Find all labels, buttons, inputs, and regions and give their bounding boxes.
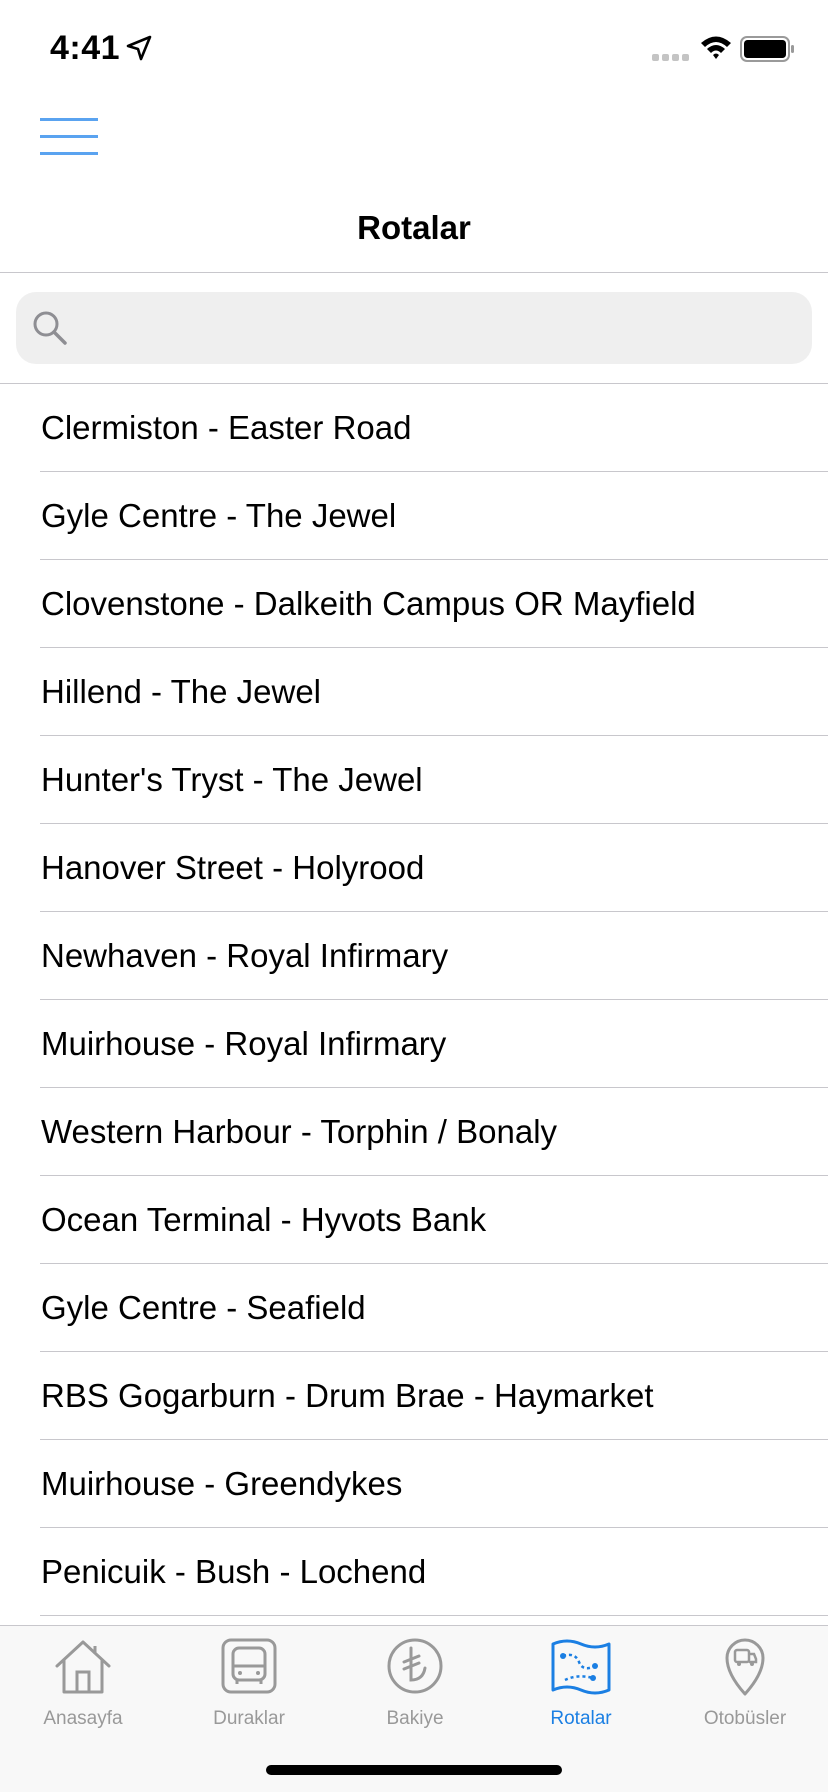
row-separator: [40, 1615, 828, 1616]
search-icon: [33, 311, 67, 345]
search-input[interactable]: [82, 304, 796, 354]
route-row[interactable]: Gyle Centre - The Jewel: [0, 472, 828, 560]
route-label: Hunter's Tryst - The Jewel: [41, 761, 423, 798]
route-row[interactable]: Hunter's Tryst - The Jewel: [0, 736, 828, 824]
route-row[interactable]: Penicuik - Bush - Lochend: [0, 1528, 828, 1616]
tab-label: Otobüsler: [703, 1708, 787, 1729]
app-screen: 4:41 Rotalar Clermiston - Easter Road Gy…: [0, 0, 828, 1792]
location-arrow-icon: [126, 35, 152, 61]
route-row[interactable]: Muirhouse - Royal Infirmary: [0, 1000, 828, 1088]
route-label: Penicuik - Bush - Lochend: [41, 1553, 427, 1590]
route-label: Muirhouse - Greendykes: [41, 1465, 403, 1502]
home-icon: [55, 1640, 111, 1694]
route-label: Clovenstone - Dalkeith Campus OR Mayfiel…: [41, 585, 696, 622]
route-row[interactable]: RBS Gogarburn - Drum Brae - Haymarket: [0, 1352, 828, 1440]
tab-rotalar[interactable]: Rotalar: [498, 1626, 664, 1736]
tab-label: Bakiye: [386, 1708, 444, 1729]
route-row[interactable]: Muirhouse - Greendykes: [0, 1440, 828, 1528]
bus-stop-icon: [221, 1638, 277, 1694]
route-row[interactable]: Clovenstone - Dalkeith Campus OR Mayfiel…: [0, 560, 828, 648]
route-row[interactable]: Newhaven - Royal Infirmary: [0, 912, 828, 1000]
hamburger-menu-icon: [40, 118, 98, 155]
route-label: Newhaven - Royal Infirmary: [41, 937, 449, 974]
route-label: Gyle Centre - The Jewel: [41, 497, 397, 534]
lira-icon: [387, 1638, 443, 1694]
status-time: 4:41: [50, 29, 121, 67]
route-label: Ocean Terminal - Hyvots Bank: [41, 1201, 487, 1238]
route-label: Hanover Street - Holyrood: [41, 849, 425, 886]
tab-label: Duraklar: [213, 1708, 285, 1729]
route-row[interactable]: Ocean Terminal - Hyvots Bank: [0, 1176, 828, 1264]
tab-label: Anasayfa: [43, 1708, 123, 1729]
route-row[interactable]: Western Harbour - Torphin / Bonaly: [0, 1088, 828, 1176]
route-label: Clermiston - Easter Road: [41, 409, 412, 446]
route-label: Hillend - The Jewel: [41, 673, 322, 710]
route-row[interactable]: Hillend - The Jewel: [0, 648, 828, 736]
bus-location-icon: [725, 1638, 765, 1696]
route-map-icon: [551, 1639, 611, 1695]
route-label: Western Harbour - Torphin / Bonaly: [41, 1113, 558, 1150]
tab-otobusler[interactable]: Otobüsler: [662, 1626, 828, 1736]
cellular-signal-icon: [652, 54, 689, 61]
route-row[interactable]: Gyle Centre - Seafield: [0, 1264, 828, 1352]
route-row[interactable]: Clermiston - Easter Road: [0, 384, 828, 472]
nav-divider: [0, 272, 828, 273]
battery-icon: [740, 36, 794, 62]
tab-bakiye[interactable]: Bakiye: [332, 1626, 498, 1736]
route-row[interactable]: Hanover Street - Holyrood: [0, 824, 828, 912]
route-label: RBS Gogarburn - Drum Brae - Haymarket: [41, 1377, 654, 1414]
route-label: Gyle Centre - Seafield: [41, 1289, 366, 1326]
route-list: Clermiston - Easter Road Gyle Centre - T…: [0, 384, 828, 1625]
tab-duraklar[interactable]: Duraklar: [166, 1626, 332, 1736]
search-bar[interactable]: [16, 292, 812, 364]
menu-button[interactable]: [36, 114, 102, 160]
tab-label: Rotalar: [550, 1708, 612, 1729]
wifi-icon: [701, 36, 731, 59]
home-indicator: [266, 1765, 562, 1775]
tab-anasayfa[interactable]: Anasayfa: [0, 1626, 166, 1736]
route-label: Muirhouse - Royal Infirmary: [41, 1025, 447, 1062]
page-title: Rotalar: [357, 209, 471, 246]
status-bar: 4:41: [0, 0, 828, 100]
